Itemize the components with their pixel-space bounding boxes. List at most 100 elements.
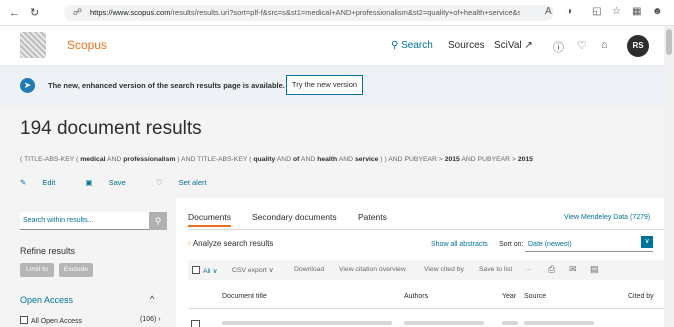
refine-heading: Refine results (20, 246, 76, 256)
all-open-access-filter[interactable]: All Open Access (20, 316, 82, 325)
search-within-placeholder: Search within results... (23, 217, 94, 224)
bar-chart-icon: ▫ (188, 239, 191, 248)
column-document-title[interactable]: Document title (222, 293, 267, 300)
read-aloud-icon[interactable]: A (545, 6, 552, 17)
query-actions: ✎ Edit ▣ Save ♡ Set alert (20, 178, 235, 187)
pencil-icon: ✎ (20, 178, 27, 187)
table-row[interactable] (188, 318, 664, 327)
query-term: service (354, 156, 379, 163)
save-label: Save (108, 178, 126, 187)
refine-panel: Search within results... ⚲ Refine result… (0, 198, 176, 327)
chevron-down-icon[interactable]: ∨ (641, 236, 653, 248)
print-icon[interactable]: ⎙ (548, 264, 555, 275)
save-query-link[interactable]: ▣ Save (85, 178, 139, 187)
open-access-heading[interactable]: Open Access (20, 295, 73, 305)
bibliography-icon[interactable]: ▤ (590, 264, 599, 275)
collections-icon[interactable]: ▦ (632, 6, 641, 17)
edit-query-link[interactable]: ✎ Edit (20, 178, 69, 187)
browser-toolbar: ← ↻ ☍ https://www.scopus.com/results/res… (0, 0, 674, 26)
help-icon[interactable]: ⓘ (553, 39, 564, 55)
query-part: ) AND TITLE-ABS-KEY ( (175, 156, 254, 163)
url-path: /results/results.uri?sort=plf-f&src=s&st… (170, 8, 520, 17)
back-arrow-icon[interactable]: ← (9, 6, 20, 20)
elsevier-logo[interactable] (20, 32, 46, 58)
scopus-header: Scopus ⚲ Search Sources SciVal ↗ ⓘ ♡ ⌂ R… (0, 26, 664, 66)
checkbox[interactable] (20, 316, 28, 324)
lock-icon: ☍ (73, 7, 83, 17)
email-icon[interactable]: ✉ (569, 264, 577, 275)
column-authors[interactable]: Authors (404, 293, 428, 300)
source-cell[interactable] (524, 321, 594, 325)
address-bar[interactable]: ☍ https://www.scopus.com/results/results… (64, 5, 554, 21)
column-year[interactable]: Year (502, 293, 516, 300)
query-part: AND PUBYEAR > (459, 156, 518, 163)
query-part: AND (299, 156, 318, 163)
page-scrollbar[interactable] (664, 26, 674, 327)
url-host: https://www.scopus.com (90, 8, 171, 17)
nav-search[interactable]: ⚲ Search (391, 40, 433, 51)
institution-icon[interactable]: ⌂ (601, 39, 608, 51)
view-mendeley-data-link[interactable]: View Mendeley Data (7279) (564, 214, 650, 221)
search-icon[interactable]: ⚲ (149, 212, 167, 230)
csv-export-button[interactable]: CSV export ∨ (232, 266, 274, 274)
sort-label: Sort on: (499, 241, 524, 248)
query-term: health (317, 156, 338, 163)
scrollbar-thumb[interactable] (666, 29, 672, 55)
url-text: https://www.scopus.com/results/results.u… (90, 8, 520, 17)
query-term: professionalism (123, 156, 176, 163)
show-all-abstracts-link[interactable]: Show all abstracts (431, 241, 488, 248)
divider (188, 229, 664, 230)
new-version-banner: ➤ The new, enhanced version of the searc… (0, 66, 664, 106)
reload-icon[interactable]: ↻ (30, 6, 39, 20)
profile-icon[interactable]: ☻ (652, 6, 663, 17)
query-part: ( TITLE-ABS-KEY ( (20, 156, 81, 163)
bell-icon[interactable]: ♡ (577, 39, 587, 52)
checkbox[interactable] (191, 320, 200, 327)
try-new-version-button[interactable]: Try the new version (286, 75, 363, 95)
authors-cell (404, 321, 484, 325)
avatar[interactable]: RS (627, 35, 649, 57)
search-within-input[interactable]: Search within results... ⚲ (20, 212, 167, 230)
sort-select[interactable]: Date (newest) (528, 241, 572, 248)
tab-patents[interactable]: Patents (358, 212, 387, 222)
results-panel: Documents Secondary documents Patents Vi… (176, 198, 664, 327)
more-options-button[interactable]: ··· (525, 266, 532, 273)
nav-search-label: Search (401, 40, 433, 51)
analyze-label: Analyze search results (192, 239, 274, 248)
document-title-cell[interactable] (222, 321, 392, 325)
save-icon: ▣ (85, 178, 93, 187)
download-button[interactable]: Download (294, 266, 324, 273)
filter-count: (106) › (140, 316, 161, 323)
save-to-list-button[interactable]: Save to list (479, 266, 512, 273)
search-query: ( TITLE-ABS-KEY ( medical AND profession… (20, 156, 533, 163)
column-source[interactable]: Source (524, 293, 546, 300)
limit-to-button[interactable]: Limit to (20, 263, 54, 277)
nav-scival[interactable]: SciVal ↗ (494, 40, 533, 51)
chevron-up-icon[interactable]: ^ (150, 294, 154, 304)
tab-documents[interactable]: Documents (188, 212, 231, 227)
query-term: quality (253, 156, 276, 163)
query-part: ) ) AND PUBYEAR > (378, 156, 445, 163)
analyze-results-link[interactable]: ▫ Analyze search results (188, 239, 273, 248)
favorites-star-icon[interactable]: ☆ (612, 6, 621, 17)
query-part: AND (105, 156, 124, 163)
nav-sources[interactable]: Sources (448, 40, 485, 51)
tab-secondary-documents[interactable]: Secondary documents (252, 212, 337, 222)
query-term: 2015 (444, 156, 460, 163)
exclude-button[interactable]: Exclude (59, 263, 93, 277)
sort-underline (525, 251, 653, 252)
filter-label: All Open Access (31, 318, 82, 325)
set-alert-label: Set alert (178, 178, 207, 187)
query-part: AND (275, 156, 293, 163)
citation-overview-button[interactable]: View citation overview (339, 266, 406, 273)
set-alert-link[interactable]: ♡ Set alert (156, 178, 221, 187)
brand-name[interactable]: Scopus (67, 38, 107, 52)
search-icon: ⚲ (391, 40, 399, 51)
select-all-dropdown[interactable]: All ∨ (192, 266, 217, 275)
split-screen-icon[interactable]: ◱ (592, 6, 601, 17)
checkbox[interactable] (192, 266, 200, 274)
extension-icon[interactable]: ◑ (566, 6, 572, 17)
column-cited-by[interactable]: Cited by (628, 293, 654, 300)
view-cited-by-button[interactable]: View cited by (424, 266, 464, 273)
query-term: 2015 (517, 156, 533, 163)
